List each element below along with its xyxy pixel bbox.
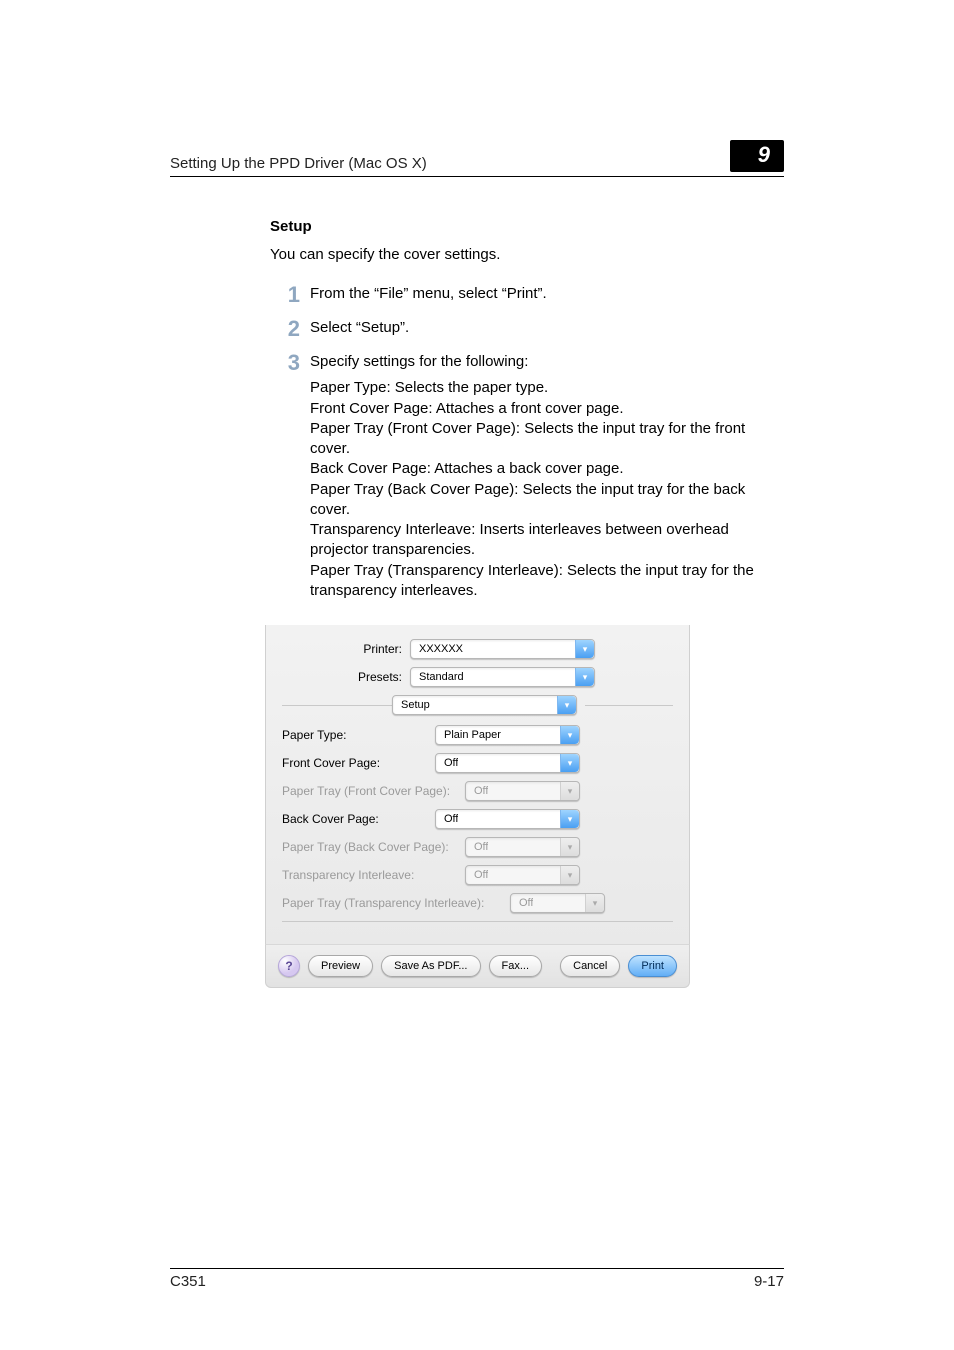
trans-tray-value: Off	[519, 896, 533, 911]
transparency-value: Off	[474, 868, 488, 883]
header-rule	[170, 176, 784, 177]
chapter-badge: 9	[730, 140, 784, 172]
save-pdf-label: Save As PDF...	[394, 959, 467, 974]
dialog-footer: ? Preview Save As PDF... Fax... Cancel P…	[265, 944, 690, 988]
transparency-row: Transparency Interleave: Off ▾	[282, 865, 673, 885]
dropdown-arrows-icon: ▾	[560, 782, 579, 800]
trans-tray-label: Paper Tray (Transparency Interleave):	[282, 895, 510, 911]
step-number: 3	[270, 348, 300, 378]
dropdown-arrows-icon: ▾	[560, 838, 579, 856]
fax-button[interactable]: Fax...	[489, 955, 543, 977]
panel-select[interactable]: Setup ▾	[392, 695, 577, 715]
paper-type-value: Plain Paper	[444, 728, 501, 743]
step-number: 2	[270, 314, 300, 344]
step-2: 2 Select “Setup”.	[270, 318, 784, 338]
front-tray-value: Off	[474, 784, 488, 799]
detail-line: Paper Type: Selects the paper type.	[310, 378, 784, 398]
back-tray-select: Off ▾	[465, 837, 580, 857]
print-label: Print	[641, 959, 664, 974]
dropdown-arrows-icon: ▾	[560, 810, 579, 828]
dropdown-arrows-icon: ▾	[560, 726, 579, 744]
dropdown-arrows-icon: ▾	[575, 640, 594, 658]
printer-value: XXXXXX	[419, 642, 463, 657]
section-title: Setup	[270, 217, 784, 237]
step-text: Specify settings for the following:	[310, 353, 528, 370]
detail-line: Paper Tray (Transparency Interleave): Se…	[310, 561, 784, 602]
paper-type-row: Paper Type: Plain Paper ▾	[282, 725, 673, 745]
help-button[interactable]: ?	[278, 955, 300, 977]
step-text: Select “Setup”.	[310, 319, 409, 336]
presets-value: Standard	[419, 670, 464, 685]
back-cover-label: Back Cover Page:	[282, 811, 435, 827]
printer-row: Printer: XXXXXX ▾	[282, 639, 673, 659]
step-1: 1 From the “File” menu, select “Print”.	[270, 284, 784, 304]
back-tray-row: Paper Tray (Back Cover Page): Off ▾	[282, 837, 673, 857]
dropdown-arrows-icon: ▾	[575, 668, 594, 686]
body-content: Setup You can specify the cover settings…	[270, 217, 784, 988]
rule-line	[282, 705, 392, 706]
back-tray-label: Paper Tray (Back Cover Page):	[282, 839, 465, 855]
preview-label: Preview	[321, 959, 360, 974]
front-cover-select[interactable]: Off ▾	[435, 753, 580, 773]
paper-type-select[interactable]: Plain Paper ▾	[435, 725, 580, 745]
printer-label: Printer:	[282, 641, 410, 657]
section-intro: You can specify the cover settings.	[270, 245, 784, 265]
detail-line: Front Cover Page: Attaches a front cover…	[310, 399, 784, 419]
dialog-body: Printer: XXXXXX ▾ Presets: Standard ▾	[265, 625, 690, 944]
front-cover-row: Front Cover Page: Off ▾	[282, 753, 673, 773]
fax-label: Fax...	[502, 959, 530, 974]
trans-tray-select: Off ▾	[510, 893, 605, 913]
front-cover-value: Off	[444, 756, 458, 771]
running-header: Setting Up the PPD Driver (Mac OS X) 9	[170, 140, 784, 172]
print-dialog: Printer: XXXXXX ▾ Presets: Standard ▾	[265, 625, 690, 988]
save-pdf-button[interactable]: Save As PDF...	[381, 955, 480, 977]
printer-select[interactable]: XXXXXX ▾	[410, 639, 595, 659]
footer-model: C351	[170, 1273, 206, 1290]
steps-list: 1 From the “File” menu, select “Print”. …	[270, 284, 784, 602]
step-text: From the “File” menu, select “Print”.	[310, 285, 547, 302]
page-footer: C351 9-17	[170, 1268, 784, 1290]
step-3-details: Paper Type: Selects the paper type. Fron…	[310, 378, 784, 601]
detail-line: Transparency Interleave: Inserts interle…	[310, 520, 784, 561]
dropdown-arrows-icon: ▾	[560, 754, 579, 772]
step-number: 1	[270, 280, 300, 310]
footer-rule	[282, 921, 673, 922]
transparency-label: Transparency Interleave:	[282, 867, 465, 883]
panel-value: Setup	[401, 698, 430, 713]
panel-separator: Setup ▾	[282, 695, 673, 715]
print-button[interactable]: Print	[628, 955, 677, 977]
rule-line	[585, 705, 673, 706]
presets-select[interactable]: Standard ▾	[410, 667, 595, 687]
back-cover-value: Off	[444, 812, 458, 827]
back-tray-value: Off	[474, 840, 488, 855]
trans-tray-row: Paper Tray (Transparency Interleave): Of…	[282, 893, 673, 913]
dropdown-arrows-icon: ▾	[585, 894, 604, 912]
dropdown-arrows-icon: ▾	[560, 866, 579, 884]
detail-line: Paper Tray (Back Cover Page): Selects th…	[310, 480, 784, 521]
paper-type-label: Paper Type:	[282, 727, 435, 743]
cancel-label: Cancel	[573, 959, 607, 974]
transparency-select: Off ▾	[465, 865, 580, 885]
presets-label: Presets:	[282, 669, 410, 685]
cancel-button[interactable]: Cancel	[560, 955, 620, 977]
step-3: 3 Specify settings for the following: Pa…	[270, 352, 784, 601]
preview-button[interactable]: Preview	[308, 955, 373, 977]
footer-page: 9-17	[754, 1273, 784, 1290]
dropdown-arrows-icon: ▾	[557, 696, 576, 714]
front-tray-select: Off ▾	[465, 781, 580, 801]
back-cover-select[interactable]: Off ▾	[435, 809, 580, 829]
presets-row: Presets: Standard ▾	[282, 667, 673, 687]
page: Setting Up the PPD Driver (Mac OS X) 9 S…	[0, 0, 954, 1350]
back-cover-row: Back Cover Page: Off ▾	[282, 809, 673, 829]
detail-line: Back Cover Page: Attaches a back cover p…	[310, 459, 784, 479]
running-title: Setting Up the PPD Driver (Mac OS X)	[170, 155, 427, 172]
front-tray-row: Paper Tray (Front Cover Page): Off ▾	[282, 781, 673, 801]
help-icon: ?	[285, 958, 292, 974]
detail-line: Paper Tray (Front Cover Page): Selects t…	[310, 419, 784, 460]
front-tray-label: Paper Tray (Front Cover Page):	[282, 783, 465, 799]
front-cover-label: Front Cover Page:	[282, 755, 435, 771]
